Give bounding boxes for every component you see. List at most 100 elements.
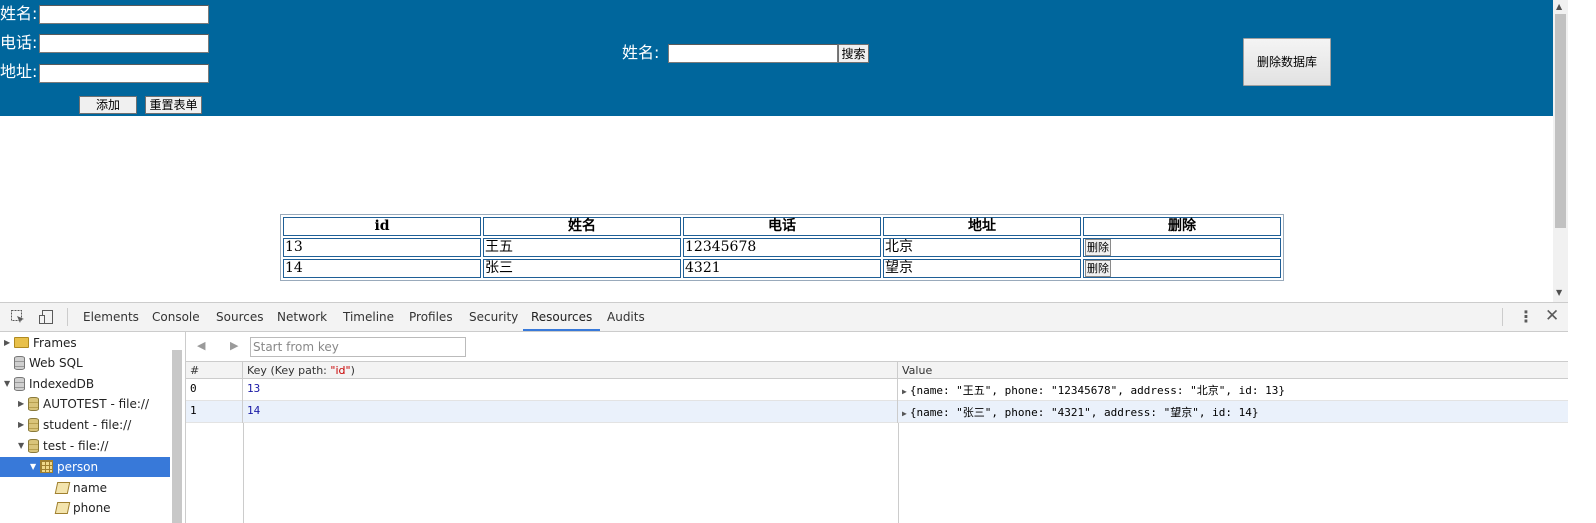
cell-name: 张三 (483, 259, 681, 278)
devtools-toolbar: Elements Console Sources Network Timelin… (0, 303, 1568, 332)
search-input[interactable] (668, 44, 838, 63)
cell-phone: 4321 (683, 259, 881, 278)
tab-console[interactable]: Console (152, 303, 200, 331)
column-header-address: 地址 (883, 217, 1081, 236)
resources-sidebar: ▶ Frames Web SQL ▼ IndexedDB ▶ AUTOTEST - f… (0, 332, 186, 523)
tree-item-websql[interactable]: Web SQL (14, 353, 83, 373)
page-scrollbar[interactable]: ▲ ▼ (1553, 0, 1568, 302)
tab-resources[interactable]: Resources (523, 303, 601, 331)
records-table: id 姓名 电话 地址 删除 13 王五 12345678 北京 删除 14 张… (280, 214, 1284, 281)
indexeddb-data-view: ◀ ▶ # Key (Key path: "id") Value 0 13 ▶{… (186, 332, 1568, 523)
record-value[interactable]: ▶ {name: "张三", phone: "4321", address: "望… (898, 401, 1568, 423)
tree-item-indexeddb[interactable]: ▼ IndexedDB (4, 374, 94, 394)
row-delete-button[interactable]: 删除 (1085, 260, 1111, 277)
index-icon (54, 482, 71, 494)
collapse-arrow-icon[interactable]: ▼ (30, 457, 40, 477)
tab-timeline[interactable]: Timeline (343, 303, 394, 331)
scroll-up-icon[interactable]: ▲ (1556, 2, 1562, 11)
column-header-id: id (283, 217, 481, 236)
devtools-panel: Elements Console Sources Network Timelin… (0, 302, 1568, 523)
add-button[interactable]: 添加 (79, 96, 137, 114)
cell-address: 北京 (883, 238, 1081, 257)
expand-arrow-icon[interactable]: ▶ (902, 409, 907, 418)
more-options-icon[interactable]: ⋮ (1518, 307, 1534, 326)
device-mode-icon[interactable] (38, 309, 54, 329)
phone-input[interactable] (39, 34, 209, 53)
inspect-element-icon[interactable] (10, 309, 26, 329)
database-icon (28, 439, 39, 453)
grid-header-index[interactable]: # (186, 362, 243, 379)
database-icon (14, 356, 25, 370)
key-path-value: "id" (330, 364, 351, 377)
tab-network[interactable]: Network (277, 303, 327, 331)
tree-item-student-db[interactable]: ▶ student - file:// (18, 415, 131, 435)
tab-audits[interactable]: Audits (607, 303, 645, 331)
record-key: 13 (243, 379, 898, 401)
address-input[interactable] (39, 64, 209, 83)
table-row: 13 王五 12345678 北京 删除 (283, 238, 1281, 257)
tree-item-frames[interactable]: ▶ Frames (4, 333, 77, 353)
cell-delete: 删除 (1083, 238, 1281, 257)
row-delete-button[interactable]: 删除 (1085, 239, 1111, 256)
record-index: 1 (186, 401, 243, 423)
folder-icon (14, 337, 29, 348)
cell-phone: 12345678 (683, 238, 881, 257)
page-scroll-thumb[interactable] (1555, 14, 1566, 228)
table-header-row: id 姓名 电话 地址 删除 (283, 217, 1281, 236)
tree-item-name-index[interactable]: name (54, 478, 107, 498)
column-header-name: 姓名 (483, 217, 681, 236)
page-viewport: 姓名: 电话: 地址: 添加 重置表单 姓名: 搜索 删除数据库 id 姓名 电… (0, 0, 1596, 302)
object-store-icon (40, 460, 53, 473)
column-header-delete: 删除 (1083, 217, 1281, 236)
grid-header-key[interactable]: Key (Key path: "id") (243, 362, 898, 379)
delete-database-button[interactable]: 删除数据库 (1243, 38, 1331, 86)
expand-arrow-icon[interactable]: ▶ (902, 387, 907, 396)
next-page-icon[interactable]: ▶ (230, 339, 238, 352)
tree-item-phone-index[interactable]: phone (54, 498, 111, 518)
phone-label: 电话: (0, 33, 38, 52)
collapse-arrow-icon[interactable]: ▼ (4, 374, 14, 394)
record-index: 0 (186, 379, 243, 401)
tree-item-person-store[interactable]: ▼ person (0, 457, 170, 477)
scroll-down-icon[interactable]: ▼ (1556, 288, 1562, 297)
expand-arrow-icon[interactable]: ▶ (18, 394, 28, 414)
cell-delete: 删除 (1083, 259, 1281, 278)
tree-item-autotest-db[interactable]: ▶ AUTOTEST - file:// (18, 394, 149, 414)
column-divider (898, 423, 899, 523)
sidebar-scrollbar[interactable] (172, 350, 182, 523)
tab-security[interactable]: Security (469, 303, 518, 331)
search-button[interactable]: 搜索 (838, 44, 869, 63)
database-icon (28, 397, 39, 411)
cell-address: 望京 (883, 259, 1081, 278)
cell-id: 14 (283, 259, 481, 278)
name-input[interactable] (39, 5, 209, 24)
grid-header-value[interactable]: Value (898, 362, 1568, 379)
cell-id: 13 (283, 238, 481, 257)
tree-item-test-db[interactable]: ▼ test - file:// (18, 436, 108, 456)
header-panel: 姓名: 电话: 地址: 添加 重置表单 姓名: 搜索 删除数据库 (0, 0, 1553, 116)
previous-page-icon[interactable]: ◀ (197, 339, 205, 352)
tab-profiles[interactable]: Profiles (409, 303, 453, 331)
reset-form-button[interactable]: 重置表单 (145, 96, 202, 114)
table-row[interactable]: 0 13 ▶ {name: "王五", phone: "12345678", ad… (186, 379, 1568, 401)
close-icon[interactable]: ✕ (1545, 306, 1559, 326)
toolbar-divider (67, 308, 68, 326)
tab-sources[interactable]: Sources (216, 303, 263, 331)
table-row[interactable]: 1 14 ▶ {name: "张三", phone: "4321", addres… (186, 401, 1568, 423)
data-view-toolbar: ◀ ▶ (186, 332, 1568, 362)
toolbar-divider (1502, 308, 1503, 326)
record-key: 14 (243, 401, 898, 423)
expand-arrow-icon[interactable]: ▶ (4, 333, 14, 353)
tab-elements[interactable]: Elements (83, 303, 139, 331)
search-name-label: 姓名: (622, 43, 660, 62)
table-row: 14 张三 4321 望京 删除 (283, 259, 1281, 278)
start-from-key-input[interactable] (250, 337, 466, 357)
collapse-arrow-icon[interactable]: ▼ (18, 436, 28, 456)
database-icon (14, 377, 25, 391)
record-value[interactable]: ▶ {name: "王五", phone: "12345678", address… (898, 379, 1568, 401)
expand-arrow-icon[interactable]: ▶ (18, 415, 28, 435)
column-divider (243, 423, 244, 523)
cell-name: 王五 (483, 238, 681, 257)
address-label: 地址: (0, 62, 38, 81)
column-header-phone: 电话 (683, 217, 881, 236)
